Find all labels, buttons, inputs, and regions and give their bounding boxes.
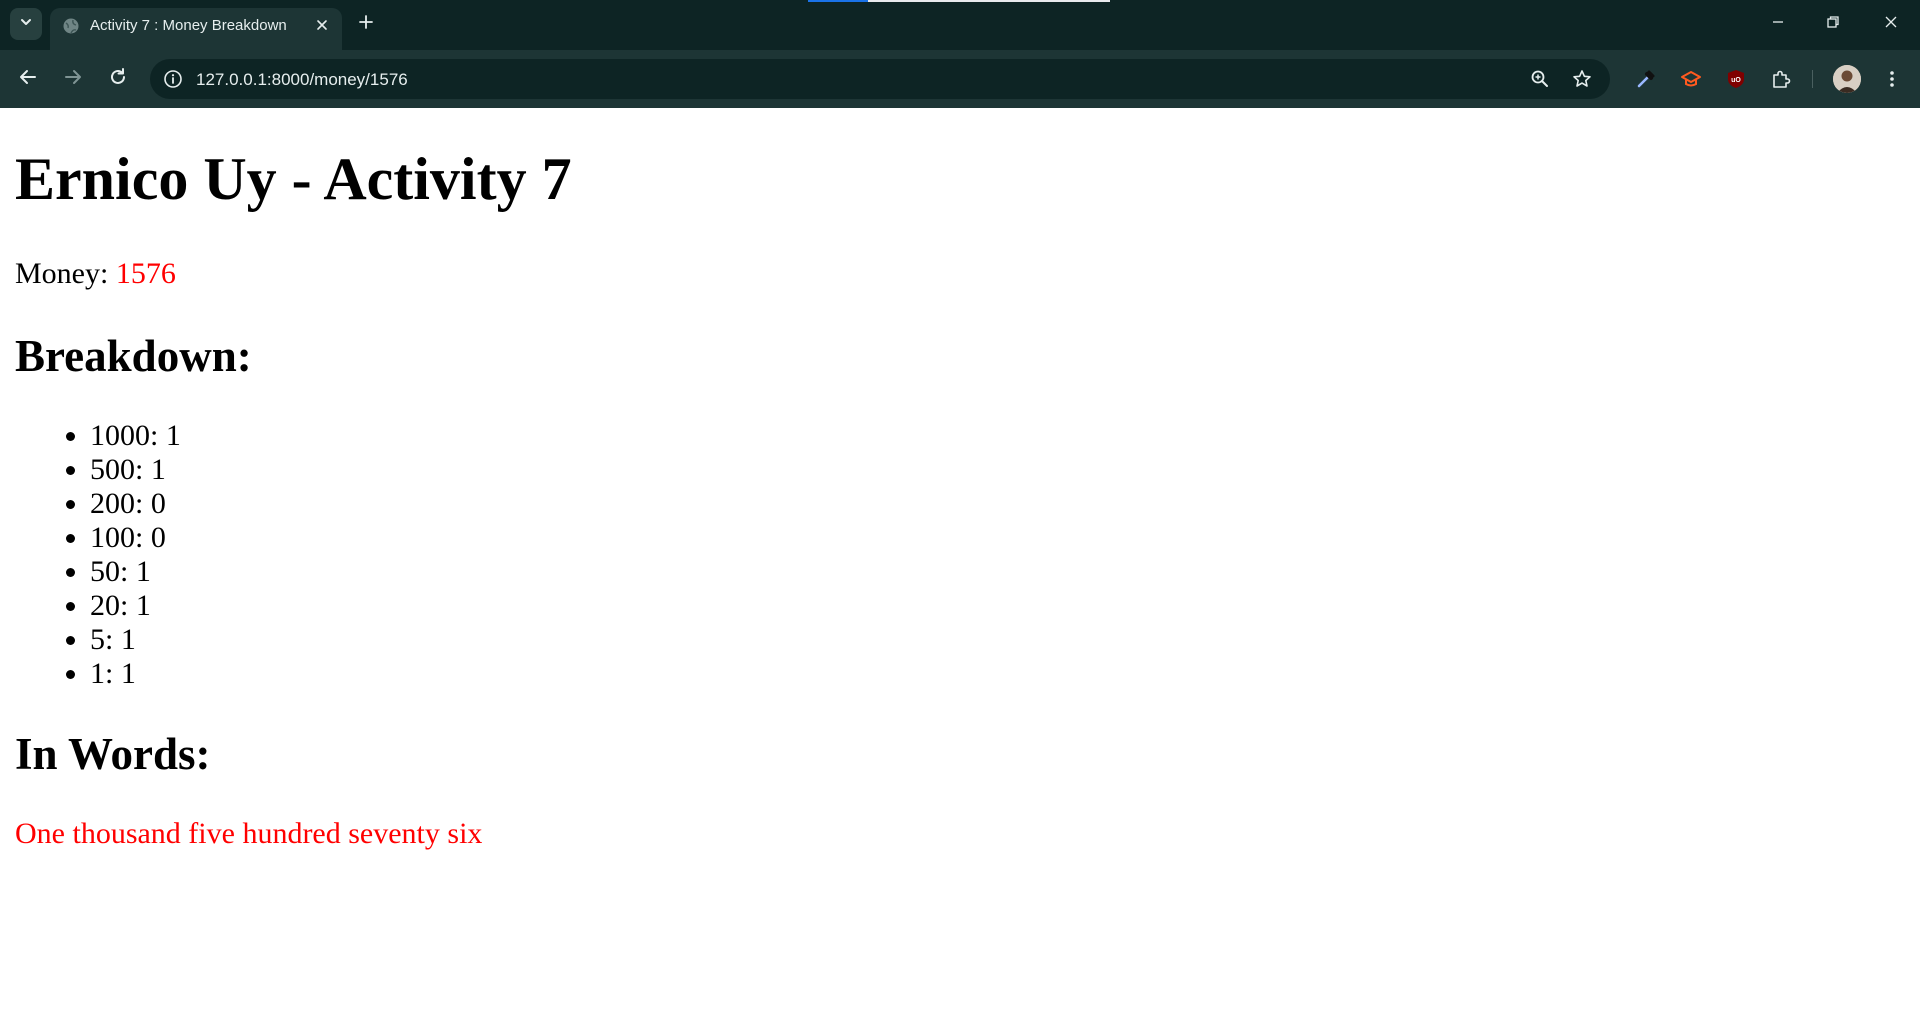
url-text[interactable]: 127.0.0.1:8000/money/1576 <box>196 70 408 90</box>
chevron-down-icon <box>19 15 33 34</box>
avatar[interactable] <box>1833 65 1861 93</box>
minimize-icon <box>1771 15 1785 34</box>
restore-icon <box>1826 15 1840 34</box>
new-tab-button[interactable] <box>352 10 380 38</box>
forward-button[interactable] <box>57 63 89 95</box>
restore-button[interactable] <box>1813 8 1853 40</box>
list-item: 20: 1 <box>90 589 181 623</box>
list-item: 5: 1 <box>90 623 181 657</box>
plus-icon <box>358 14 374 35</box>
money-value: 1576 <box>115 257 176 290</box>
puzzle-icon[interactable] <box>1767 65 1795 93</box>
list-item: 50: 1 <box>90 555 181 589</box>
in-words-heading: In Words: <box>15 729 211 779</box>
close-icon <box>1884 15 1898 34</box>
money-label: Money: <box>15 257 116 290</box>
page-content: Ernico Uy - Activity 7 Money: 1576 Break… <box>0 108 1920 1028</box>
arrow-right-icon <box>63 67 83 92</box>
list-item: 1: 1 <box>90 657 181 691</box>
tab-title: Activity 7 : Money Breakdown <box>90 17 287 34</box>
money-line: Money: 1576 <box>15 256 176 292</box>
close-window-button[interactable] <box>1871 8 1911 40</box>
list-item: 500: 1 <box>90 453 181 487</box>
reload-button[interactable] <box>102 63 134 95</box>
arrow-left-icon <box>18 67 38 92</box>
browser-tab[interactable]: Activity 7 : Money Breakdown <box>50 8 342 50</box>
address-bar[interactable]: 127.0.0.1:8000/money/1576 <box>150 59 1610 99</box>
breakdown-list: 1000: 1 500: 1 200: 0 100: 0 50: 1 20: 1… <box>0 419 181 691</box>
ublock-icon[interactable]: uO <box>1722 65 1750 93</box>
minimize-button[interactable] <box>1758 8 1798 40</box>
tab-close-icon[interactable] <box>312 15 332 35</box>
page-title: Ernico Uy - Activity 7 <box>15 146 572 212</box>
list-item: 100: 0 <box>90 521 181 555</box>
loading-indicator <box>808 0 1110 2</box>
eyedropper-icon[interactable] <box>1632 65 1660 93</box>
breakdown-heading: Breakdown: <box>15 331 252 381</box>
toolbar-divider <box>1812 70 1813 88</box>
in-words-text: One thousand five hundred seventy six <box>15 817 483 850</box>
svg-text:uO: uO <box>1731 77 1741 84</box>
graduation-cap-icon[interactable] <box>1677 65 1705 93</box>
browser-toolbar: 127.0.0.1:8000/money/1576 uO <box>0 50 1920 108</box>
list-item: 200: 0 <box>90 487 181 521</box>
zoom-icon[interactable] <box>1528 67 1552 91</box>
back-button[interactable] <box>12 63 44 95</box>
tab-search-button[interactable] <box>10 8 42 40</box>
list-item: 1000: 1 <box>90 419 181 453</box>
star-icon[interactable] <box>1570 67 1594 91</box>
tab-strip: Activity 7 : Money Breakdown <box>0 0 1920 50</box>
reload-icon <box>108 67 128 92</box>
kebab-menu-icon[interactable] <box>1878 65 1906 93</box>
globe-icon <box>62 17 80 35</box>
info-icon[interactable] <box>162 68 184 90</box>
